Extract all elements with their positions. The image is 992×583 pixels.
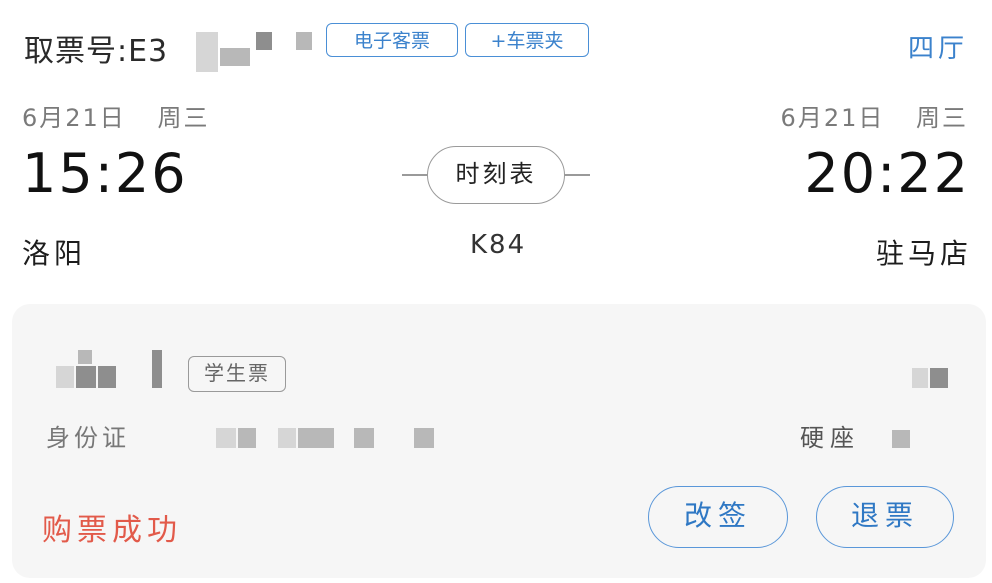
- id-type-label: 身份证: [46, 424, 130, 452]
- departure-date-value: 6月21日: [22, 104, 126, 132]
- departure-station: 洛阳: [22, 237, 87, 270]
- departure-time: 15:26: [22, 142, 188, 205]
- redacted-id-number: [298, 428, 334, 448]
- redacted-seat-number: [930, 368, 948, 388]
- redacted-passenger-name: [76, 366, 96, 388]
- redacted-id-number: [216, 428, 236, 448]
- redacted-id-number: [278, 428, 296, 448]
- redacted-id-number: [238, 428, 256, 448]
- redacted-passenger-name: [98, 366, 116, 388]
- arrival-time: 20:22: [804, 142, 970, 205]
- ticket-number: 取票号:E3: [24, 34, 169, 69]
- student-ticket-tag: 学生票: [188, 356, 286, 392]
- timetable-button[interactable]: 时刻表: [427, 146, 565, 204]
- redacted-id-number: [354, 428, 374, 448]
- redacted-ticket-number: [296, 32, 312, 50]
- purchase-status: 购票成功: [42, 513, 182, 548]
- redacted-passenger-name: [152, 350, 162, 388]
- arrival-date: 6月21日 周三: [781, 98, 968, 133]
- departure-weekday: 周三: [157, 104, 210, 132]
- redacted-seat-detail: [892, 430, 910, 448]
- add-to-wallet-button[interactable]: +车票夹: [465, 23, 589, 57]
- refund-ticket-button[interactable]: 退票: [816, 486, 954, 548]
- arrival-station: 驻马店: [875, 237, 972, 270]
- redacted-ticket-number: [256, 32, 272, 50]
- change-ticket-button[interactable]: 改签: [648, 486, 788, 548]
- seat-class: 硬座: [800, 424, 860, 452]
- ticket-detail-page: 取票号:E3 电子客票 +车票夹 四厅 6月21日 周三 6月21日 周三 15…: [0, 0, 992, 583]
- redacted-seat-number: [912, 368, 928, 388]
- timetable-line-right: [564, 174, 590, 176]
- timetable-line-left: [402, 174, 428, 176]
- redacted-passenger-name: [78, 350, 92, 364]
- redacted-ticket-number: [196, 32, 218, 72]
- arrival-date-value: 6月21日: [780, 104, 885, 132]
- departure-date: 6月21日 周三: [22, 98, 209, 133]
- e-ticket-tag: 电子客票: [326, 23, 458, 57]
- redacted-id-number: [414, 428, 434, 448]
- arrival-weekday: 周三: [916, 104, 968, 132]
- waiting-hall: 四厅: [907, 34, 968, 64]
- redacted-ticket-number: [220, 48, 250, 66]
- redacted-passenger-name: [56, 366, 74, 388]
- train-number: K84: [470, 230, 527, 260]
